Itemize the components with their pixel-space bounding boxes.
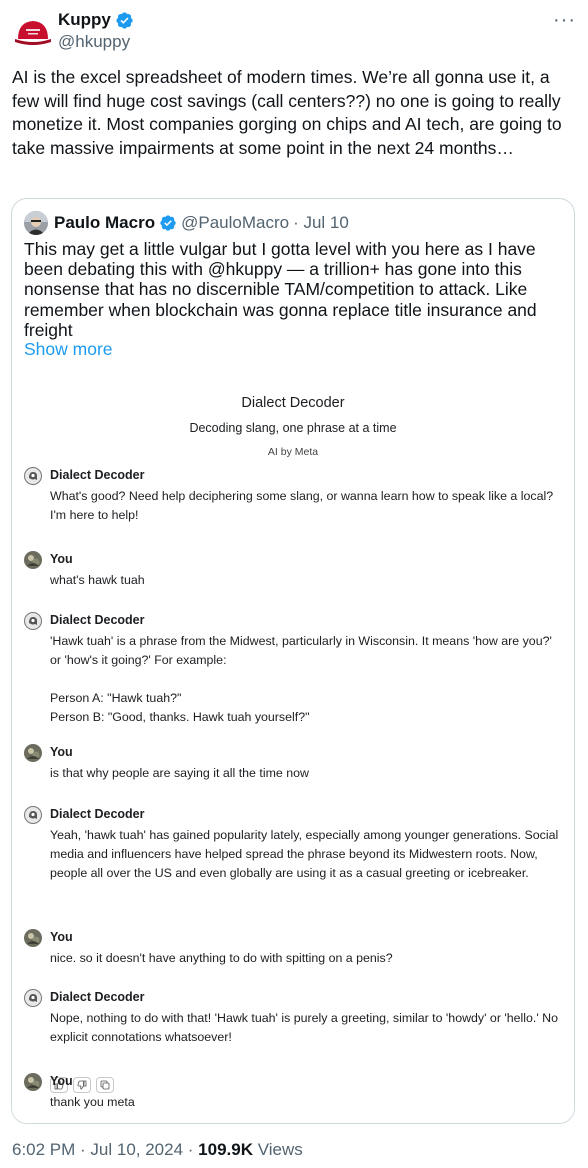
message-sender: You <box>50 745 73 759</box>
message-text: what's hawk tuah <box>50 573 145 587</box>
author-handle[interactable]: @hkuppy <box>58 32 130 52</box>
author-name[interactable]: Kuppy <box>58 10 111 30</box>
user-avatar-icon <box>24 551 42 569</box>
message-sender: You <box>50 552 73 566</box>
verified-badge-icon <box>115 11 134 30</box>
tweet-metadata: 6:02 PM · Jul 10, 2024 · 109.9K Views <box>12 1140 303 1160</box>
message-text: Yeah, 'hawk tuah' has gained popularity … <box>50 828 559 880</box>
user-avatar-icon <box>24 1073 42 1091</box>
message-text: thank you meta <box>50 1095 135 1109</box>
quoted-author-handle[interactable]: @PauloMacro <box>181 213 289 233</box>
tweet-timestamp[interactable]: 6:02 PM · Jul 10, 2024 · <box>12 1140 198 1159</box>
message-text: What's good? Need help deciphering some … <box>50 489 554 522</box>
author-avatar[interactable] <box>12 12 54 54</box>
more-options-icon[interactable]: ··· <box>553 10 576 30</box>
quoted-author-name[interactable]: Paulo Macro <box>54 213 155 233</box>
quoted-tweet-text: This may get a little vulgar but I gotta… <box>24 239 537 340</box>
chat-title: Dialect Decoder <box>241 395 345 411</box>
message-sender: You <box>50 930 73 944</box>
copy-icon[interactable] <box>96 1077 114 1093</box>
tweet-text: AI is the excel spreadsheet of modern ti… <box>12 67 562 158</box>
quoted-author-avatar[interactable] <box>24 211 48 235</box>
message-sender: Dialect Decoder <box>50 990 145 1004</box>
user-avatar-icon <box>24 744 42 762</box>
tweet-header: Kuppy @hkuppy ··· <box>12 8 576 58</box>
chat-subtitle: Decoding slang, one phrase at a time <box>189 421 397 435</box>
views-label: Views <box>252 1140 303 1159</box>
show-more-link[interactable]: Show more <box>24 339 113 360</box>
bot-avatar-icon <box>24 806 42 824</box>
quoted-tweet-header: Paulo Macro @PauloMacro · Jul 10 <box>24 211 349 235</box>
quoted-tweet-date[interactable]: · Jul 10 <box>293 213 349 233</box>
chat-byline: AI by Meta <box>267 446 319 458</box>
bot-avatar-icon <box>24 989 42 1007</box>
message-sender: You <box>50 1074 73 1088</box>
views-count: 109.9K <box>198 1140 253 1159</box>
user-avatar-icon <box>24 929 42 947</box>
quoted-tweet[interactable]: Paulo Macro @PauloMacro · Jul 10 This ma… <box>11 198 575 1124</box>
thumbs-down-icon[interactable] <box>73 1077 91 1093</box>
message-sender: Dialect Decoder <box>50 468 145 482</box>
message-sender: Dialect Decoder <box>50 807 145 821</box>
message-text: is that why people are saying it all the… <box>50 766 309 780</box>
chat-screenshot: Dialect Decoder Decoding slang, one phra… <box>12 371 574 1123</box>
bot-avatar-icon <box>24 467 42 485</box>
message-text: Nope, nothing to do with that! 'Hawk tua… <box>50 1011 559 1044</box>
message-sender: Dialect Decoder <box>50 613 145 627</box>
message-text: nice. so it doesn't have anything to do … <box>50 951 393 965</box>
message-text: 'Hawk tuah' is a phrase from the Midwest… <box>50 634 552 724</box>
bot-avatar-icon <box>24 612 42 630</box>
verified-badge-icon <box>159 214 177 232</box>
